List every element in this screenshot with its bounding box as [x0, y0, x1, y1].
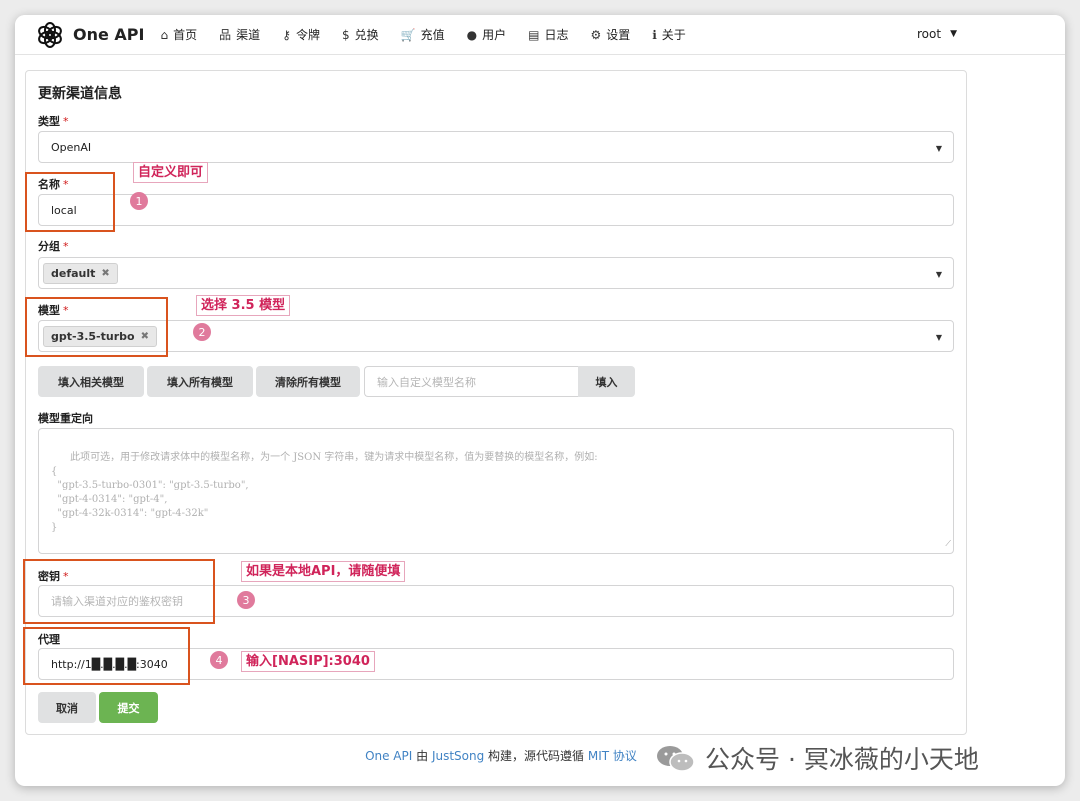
group-label-text: 分组: [38, 240, 60, 253]
gear-icon: ⚙: [590, 27, 602, 42]
nav-label: 首页: [173, 28, 198, 42]
type-label-text: 类型: [38, 115, 60, 128]
username: root: [917, 27, 942, 41]
page-title: 更新渠道信息: [38, 86, 122, 102]
nav-label: 用户: [482, 28, 507, 42]
custom-model-placeholder: 输入自定义模型名称: [377, 375, 476, 389]
group-chip[interactable]: default ✖: [43, 262, 118, 284]
dollar-icon: $: [341, 27, 350, 42]
cart-icon: 🛒: [400, 27, 416, 42]
wechat-icon: [657, 746, 695, 772]
annotation-model: 选择 3.5 模型: [196, 295, 291, 316]
caret-down-icon: ▼: [935, 144, 942, 153]
app-name: One API: [73, 25, 145, 44]
footer-text: 由: [412, 749, 432, 763]
model-redirect-placeholder: 此项可选，用于修改请求体中的模型名称，为一个 JSON 字符串，键为请求中模型名…: [51, 452, 598, 533]
caret-down-icon: ▼: [935, 270, 942, 279]
required-mark: *: [63, 240, 69, 253]
nav-label: 令牌: [295, 28, 320, 42]
nav-topup[interactable]: 🛒 充值: [401, 26, 445, 43]
resize-handle-icon[interactable]: ⟋: [945, 537, 951, 551]
info-icon: ℹ: [652, 27, 657, 42]
type-value: OpenAI: [51, 140, 92, 154]
app-window: One API ⌂ 首页 品渠道 ⚷ 令牌 $ 兑换 🛒 充值 ● 用户 ▤ 日志 ⚙ 设置 …: [15, 15, 1065, 786]
step-badge-2: 2: [193, 323, 211, 341]
remove-icon[interactable]: ✖: [101, 268, 109, 279]
custom-model-input[interactable]: 输入自定义模型名称: [364, 366, 578, 397]
watermark-text: 公众号 · 冥冰薇的小天地: [705, 745, 979, 774]
nav-label: 关于: [661, 28, 686, 42]
nav-tokens[interactable]: ⚷ 令牌: [282, 26, 320, 43]
highlight-box-name: [25, 172, 115, 232]
footer-text: 构建，源代码遵循: [484, 749, 588, 763]
footer-license-link[interactable]: MIT 协议: [588, 749, 637, 763]
key-icon: ⚷: [282, 27, 291, 42]
user-menu[interactable]: root ▼: [917, 27, 957, 41]
annotation-key: 如果是本地API，请随便填: [241, 561, 406, 582]
user-icon: ●: [466, 27, 478, 42]
main-nav: ⌂ 首页 品渠道 ⚷ 令牌 $ 兑换 🛒 充值 ● 用户 ▤ 日志 ⚙ 设置 ℹ 关于: [160, 26, 707, 43]
step-badge-1: 1: [130, 192, 148, 210]
nav-label: 充值: [420, 28, 445, 42]
fill-related-models-button[interactable]: 填入相关模型: [38, 366, 144, 397]
nav-label: 兑换: [354, 28, 379, 42]
nav-redeem[interactable]: $ 兑换: [342, 26, 379, 43]
watermark: 公众号 · 冥冰薇的小天地: [655, 740, 979, 776]
fill-custom-model-button[interactable]: 填入: [578, 366, 635, 397]
step-badge-4: 4: [210, 651, 228, 669]
highlight-box-key: [23, 559, 215, 624]
model-redirect-textarea[interactable]: 此项可选，用于修改请求体中的模型名称，为一个 JSON 字符串，键为请求中模型名…: [38, 428, 954, 554]
footer-app-link[interactable]: One API: [365, 749, 412, 763]
nav-settings[interactable]: ⚙ 设置: [590, 26, 630, 43]
step-badge-3: 3: [237, 591, 255, 609]
nav-logs[interactable]: ▤ 日志: [528, 26, 568, 43]
nav-label: 设置: [606, 28, 631, 42]
home-icon: ⌂: [160, 27, 169, 42]
fill-all-models-button[interactable]: 填入所有模型: [147, 366, 253, 397]
nav-about[interactable]: ℹ 关于: [652, 26, 686, 43]
brand[interactable]: One API: [35, 20, 144, 50]
annotation-proxy: 输入[NASIP]:3040: [241, 651, 375, 672]
clear-all-models-button[interactable]: 清除所有模型: [256, 366, 360, 397]
highlight-box-model: [25, 297, 168, 357]
caret-down-icon: ▼: [950, 29, 957, 39]
sitemap-icon: 品: [219, 28, 232, 42]
top-menu: One API ⌂ 首页 品渠道 ⚷ 令牌 $ 兑换 🛒 充值 ● 用户 ▤ 日志 ⚙ 设置 …: [15, 15, 1065, 55]
caret-down-icon: ▼: [935, 333, 942, 342]
group-chip-label: default: [51, 266, 96, 280]
annotation-name: 自定义即可: [133, 162, 209, 183]
nav-label: 日志: [544, 28, 569, 42]
required-mark: *: [63, 115, 69, 128]
model-redirect-label: 模型重定向: [38, 412, 93, 425]
name-input[interactable]: local: [38, 194, 954, 226]
highlight-box-proxy: [23, 627, 190, 685]
submit-button[interactable]: 提交: [99, 692, 158, 723]
nav-label: 渠道: [236, 28, 261, 42]
book-icon: ▤: [528, 27, 540, 42]
openai-logo-icon: [38, 21, 62, 48]
nav-users[interactable]: ● 用户: [467, 26, 507, 43]
group-select[interactable]: default ✖ ▼: [38, 257, 954, 289]
cancel-button[interactable]: 取消: [38, 692, 96, 723]
type-select[interactable]: OpenAI ▼: [38, 131, 954, 163]
models-select[interactable]: gpt-3.5-turbo ✖ ▼: [38, 320, 954, 352]
footer-author-link[interactable]: JustSong: [432, 749, 484, 763]
nav-home[interactable]: ⌂ 首页: [160, 26, 197, 43]
group-label: 分组 *: [38, 238, 69, 254]
nav-channels[interactable]: 品渠道: [219, 26, 260, 43]
type-label: 类型 *: [38, 113, 69, 129]
